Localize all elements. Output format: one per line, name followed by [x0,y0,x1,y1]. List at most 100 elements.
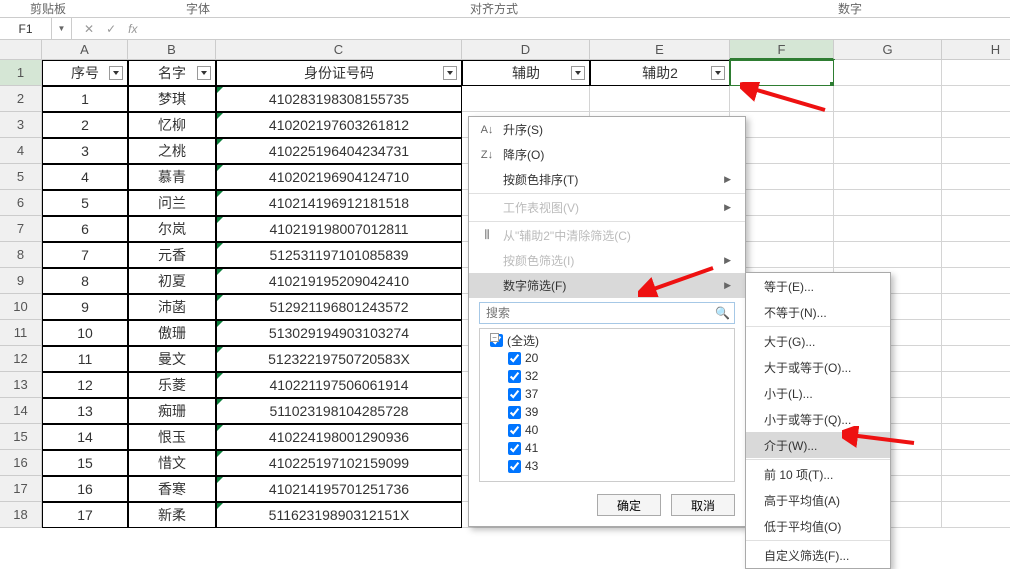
cell[interactable]: 410283198308155735 [216,86,462,112]
cancel-icon[interactable]: ✕ [84,22,94,36]
cell[interactable] [834,242,942,268]
cell[interactable]: 元香 [128,242,216,268]
cell[interactable]: 6 [42,216,128,242]
cell[interactable]: 曼文 [128,346,216,372]
checklist-item[interactable]: 43 [480,457,734,475]
cell[interactable]: 16 [42,476,128,502]
cell[interactable]: 梦琪 [128,86,216,112]
cell[interactable]: 乐菱 [128,372,216,398]
custom-filter-item[interactable]: 自定义筛选(F)... [746,542,890,568]
cell[interactable]: 511023198104285728 [216,398,462,424]
cell[interactable]: 13 [42,398,128,424]
cell[interactable]: 14 [42,424,128,450]
checkbox[interactable] [508,406,521,419]
col-header[interactable]: A [42,40,128,60]
cell[interactable]: 12 [42,372,128,398]
cell[interactable] [590,86,730,112]
row-header[interactable]: 7 [0,216,42,242]
equals-item[interactable]: 等于(E)... [746,273,890,299]
cell[interactable]: 512921196801243572 [216,294,462,320]
checklist-item[interactable]: 32 [480,367,734,385]
cell[interactable]: 8 [42,268,128,294]
cell[interactable] [942,190,1010,216]
cell[interactable] [942,450,1010,476]
enter-icon[interactable]: ✓ [106,22,116,36]
cell[interactable] [942,320,1010,346]
cell[interactable]: 惜文 [128,450,216,476]
row-header[interactable]: 3 [0,112,42,138]
col-header[interactable]: C [216,40,462,60]
col-header[interactable]: G [834,40,942,60]
header-cell[interactable]: 辅助2 [590,60,730,86]
cell[interactable]: 512531197101085839 [216,242,462,268]
row-header[interactable]: 18 [0,502,42,528]
cell[interactable]: 新柔 [128,502,216,528]
select-all-corner[interactable] [0,40,42,60]
cell[interactable]: 恨玉 [128,424,216,450]
checklist-item[interactable]: 41 [480,439,734,457]
cell[interactable] [942,476,1010,502]
checkbox[interactable] [508,460,521,473]
cell[interactable]: 慕青 [128,164,216,190]
cell[interactable] [834,190,942,216]
filter-button[interactable] [443,66,457,80]
header-cell[interactable]: 序号 [42,60,128,86]
header-cell[interactable]: 名字 [128,60,216,86]
cell[interactable] [942,242,1010,268]
row-header[interactable]: 4 [0,138,42,164]
row-header[interactable]: 11 [0,320,42,346]
filter-button[interactable] [711,66,725,80]
col-header[interactable]: E [590,40,730,60]
cell[interactable]: 513029194903103274 [216,320,462,346]
cell[interactable]: 沛菡 [128,294,216,320]
cell[interactable] [942,294,1010,320]
filter-button[interactable] [571,66,585,80]
header-cell[interactable]: 辅助 [462,60,590,86]
row-header[interactable]: 14 [0,398,42,424]
row-header[interactable]: 9 [0,268,42,294]
filter-button[interactable] [109,66,123,80]
filter-checklist[interactable]: −(全选) 20323739404143 [479,328,735,482]
cell[interactable]: 10 [42,320,128,346]
row-header[interactable]: 2 [0,86,42,112]
cell[interactable] [834,86,942,112]
cell[interactable]: 410202197603261812 [216,112,462,138]
cell[interactable] [942,216,1010,242]
col-header[interactable]: H [942,40,1010,60]
less-than-item[interactable]: 小于(L)... [746,380,890,406]
checklist-item[interactable]: 40 [480,421,734,439]
cell[interactable] [834,164,942,190]
row-header[interactable]: 16 [0,450,42,476]
greater-equal-item[interactable]: 大于或等于(O)... [746,354,890,380]
cell[interactable]: 痴珊 [128,398,216,424]
cell[interactable]: 1 [42,86,128,112]
cell[interactable] [834,138,942,164]
cell[interactable] [942,112,1010,138]
name-box-dropdown[interactable]: ▼ [52,18,72,39]
cell[interactable]: 410219195209042410 [216,268,462,294]
cell[interactable]: 410219198007012811 [216,216,462,242]
checklist-item[interactable]: −(全选) [480,331,734,349]
cell[interactable]: 410214195701251736 [216,476,462,502]
cell[interactable] [834,60,942,86]
checkbox[interactable] [508,352,521,365]
cell[interactable]: 51162319890312151X [216,502,462,528]
cell[interactable] [462,86,590,112]
cell[interactable]: 忆柳 [128,112,216,138]
not-equals-item[interactable]: 不等于(N)... [746,299,890,325]
cell[interactable] [942,346,1010,372]
below-avg-item[interactable]: 低于平均值(O) [746,513,890,539]
cell[interactable]: 问兰 [128,190,216,216]
header-cell[interactable]: 身份证号码 [216,60,462,86]
row-header[interactable]: 6 [0,190,42,216]
cell[interactable]: 410221197506061914 [216,372,462,398]
cell[interactable] [942,424,1010,450]
sort-asc-item[interactable]: A↓升序(S) [469,117,745,142]
row-header[interactable]: 1 [0,60,42,86]
greater-than-item[interactable]: 大于(G)... [746,328,890,354]
cell[interactable]: 7 [42,242,128,268]
cell[interactable]: 410225197102159099 [216,450,462,476]
cell[interactable] [834,112,942,138]
cell[interactable] [942,164,1010,190]
checklist-item[interactable]: 37 [480,385,734,403]
